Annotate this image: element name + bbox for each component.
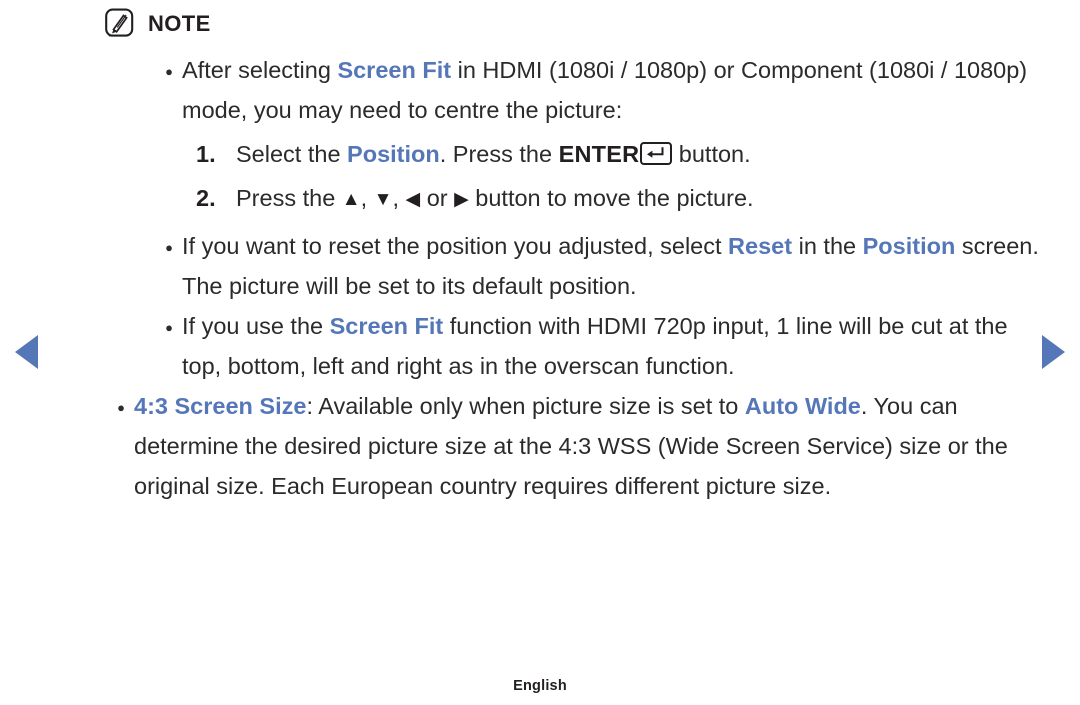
highlight-position: Position: [862, 233, 956, 259]
highlight-reset: Reset: [728, 233, 793, 259]
text-segment: If you want to reset the position you ad…: [182, 233, 729, 259]
bullet-point-icon: [156, 306, 182, 348]
bullet-point-icon: [156, 226, 182, 268]
text-segment: If you use the: [182, 313, 330, 339]
note-pencil-icon: [104, 8, 135, 39]
previous-page-arrow[interactable]: [14, 334, 40, 370]
enter-label: ENTER: [558, 141, 640, 167]
step-number: 2.: [196, 185, 216, 211]
next-page-arrow[interactable]: [1040, 334, 1066, 370]
arrow-left-icon: ◀: [405, 189, 421, 210]
text-segment: ,: [360, 185, 374, 211]
step-number: 1.: [196, 141, 216, 167]
step-item: 2. Press the ▲, ▼, ◀ or ▶ button to move…: [196, 178, 1080, 220]
arrow-up-icon: ▲: [341, 189, 361, 210]
numbered-steps: 1. Select the Position. Press the ENTER …: [0, 134, 1080, 220]
arrow-down-icon: ▼: [373, 189, 393, 210]
enter-key-icon: [640, 142, 673, 165]
arrow-right-icon: ▶: [454, 189, 469, 210]
highlight-screen-fit: Screen Fit: [337, 57, 452, 83]
text-segment: Press the: [236, 185, 342, 211]
text-segment: Select the: [236, 141, 348, 167]
text-segment: ,: [392, 185, 406, 211]
note-content: After selecting Screen Fit in HDMI (1080…: [0, 50, 1080, 506]
text-segment: or: [420, 185, 455, 211]
list-item: 4:3 Screen Size: Available only when pic…: [0, 386, 1080, 506]
step-item: 1. Select the Position. Press the ENTER …: [196, 134, 1080, 174]
note-title: NOTE: [148, 10, 211, 36]
highlight-4-3-screen-size: 4:3 Screen Size: [134, 393, 307, 419]
list-item: If you want to reset the position you ad…: [0, 226, 1080, 306]
bullet-text: After selecting Screen Fit in HDMI (1080…: [182, 50, 1042, 130]
step-text: Press the ▲, ▼, ◀ or ▶ button to move th…: [236, 178, 1080, 220]
bullet-text: If you want to reset the position you ad…: [182, 226, 1042, 306]
highlight-screen-fit: Screen Fit: [329, 313, 444, 339]
text-segment: : Available only when picture size is se…: [306, 393, 745, 419]
text-segment: button.: [672, 141, 751, 167]
footer-language: English: [513, 678, 567, 694]
note-header: NOTE: [104, 8, 211, 39]
step-text: Select the Position. Press the ENTER but…: [236, 134, 1080, 174]
text-segment: in the: [792, 233, 863, 259]
highlight-auto-wide: Auto Wide: [744, 393, 861, 419]
text-segment: After selecting: [182, 57, 338, 83]
bullet-text: If you use the Screen Fit function with …: [182, 306, 1042, 386]
bullet-text: 4:3 Screen Size: Available only when pic…: [134, 386, 1046, 506]
bullet-point-icon: [108, 386, 134, 428]
list-item: After selecting Screen Fit in HDMI (1080…: [0, 50, 1080, 130]
text-segment: button to move the picture.: [468, 185, 754, 211]
list-item: If you use the Screen Fit function with …: [0, 306, 1080, 386]
bullet-point-icon: [156, 50, 182, 92]
highlight-position: Position: [347, 141, 440, 167]
text-segment: . Press the: [439, 141, 559, 167]
